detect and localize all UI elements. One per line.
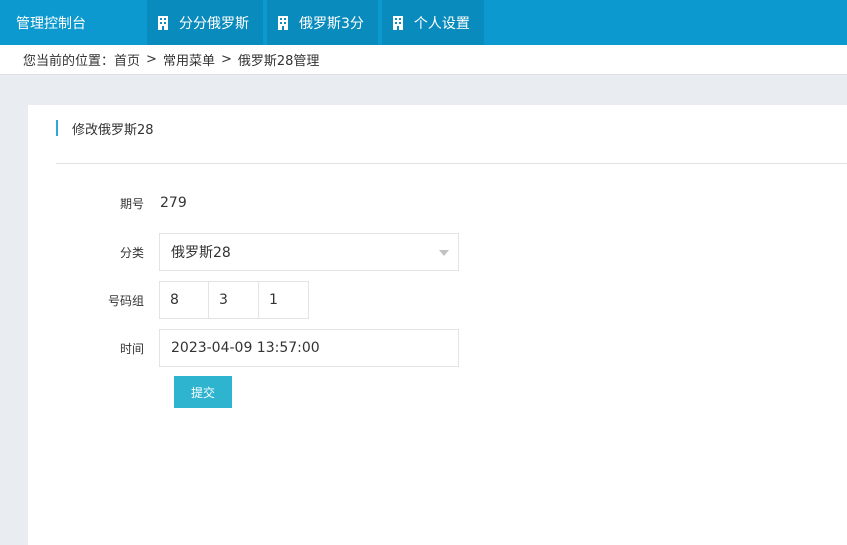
breadcrumb-current: 俄罗斯28管理 — [237, 54, 320, 69]
breadcrumb-menu-link[interactable]: 常用菜单 — [163, 50, 215, 69]
category-selected-value: 俄罗斯28 — [171, 245, 231, 261]
chevron-down-icon — [439, 250, 449, 256]
building-icon — [392, 15, 404, 30]
issue-label: 期号 — [119, 196, 144, 211]
breadcrumb: 您当前的位置： 首页 > 常用菜单 > 俄罗斯28管理 — [0, 45, 847, 75]
submit-button[interactable]: 提交 — [174, 376, 232, 408]
top-navigation-bar: 管理控制台 分分俄罗斯 俄罗斯3分 个人设置 — [0, 0, 847, 45]
nav-item-fenfen[interactable]: 分分俄罗斯 — [147, 0, 263, 45]
number-input-3[interactable]: 1 — [259, 281, 309, 319]
building-icon — [277, 15, 289, 30]
time-row: 时间 2023-04-09 13:57:00 — [28, 329, 847, 367]
nav-item-settings[interactable]: 个人设置 — [381, 0, 484, 45]
category-select[interactable]: 俄罗斯28 — [159, 233, 459, 271]
time-label: 时间 — [119, 341, 144, 356]
issue-row: 期号 279 — [28, 193, 847, 213]
nav-item-label: 分分俄罗斯 — [179, 15, 249, 32]
breadcrumb-separator: > — [220, 52, 232, 67]
number-input-2[interactable]: 3 — [209, 281, 259, 319]
category-row: 分类 俄罗斯28 — [28, 233, 847, 271]
breadcrumb-separator: > — [146, 52, 157, 67]
nav-item-label: 俄罗斯3分 — [299, 15, 364, 32]
submit-row: 提交 — [28, 376, 847, 408]
building-icon — [157, 15, 169, 30]
breadcrumb-prefix: 您当前的位置： — [23, 54, 115, 69]
nav-item-label: 个人设置 — [413, 15, 470, 32]
top-nav: 分分俄罗斯 俄罗斯3分 个人设置 — [133, 0, 484, 45]
issue-value: 279 — [160, 195, 187, 211]
nav-item-russia3[interactable]: 俄罗斯3分 — [267, 0, 378, 45]
panel-title: 修改俄罗斯28 — [56, 120, 154, 138]
numbers-row: 号码组 8 3 1 — [28, 281, 847, 319]
time-input[interactable]: 2023-04-09 13:57:00 — [159, 329, 459, 367]
breadcrumb-home-link[interactable]: 首页 — [114, 50, 140, 69]
brand-title[interactable]: 管理控制台 — [0, 0, 133, 45]
number-input-1[interactable]: 8 — [159, 281, 209, 319]
numbers-label: 号码组 — [107, 293, 144, 308]
panel-divider — [56, 163, 847, 164]
category-label: 分类 — [119, 245, 144, 260]
edit-panel: 修改俄罗斯28 期号 279 分类 俄罗斯28 号码组 8 3 1 时间 202… — [28, 105, 847, 545]
